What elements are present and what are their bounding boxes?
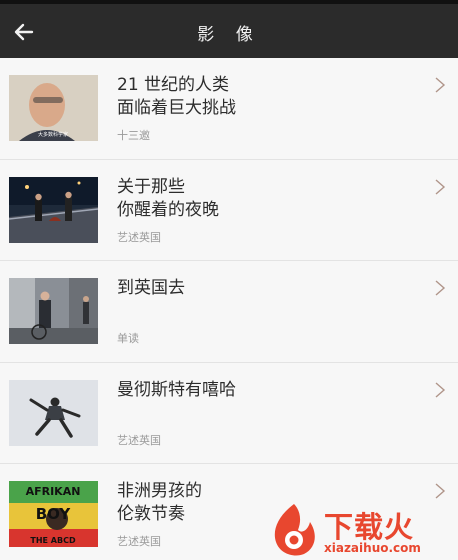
list-item[interactable]: 大多数科学家 21 世纪的人类 面临着巨大挑战 十三邀	[0, 58, 458, 160]
video-list: 大多数科学家 21 世纪的人类 面临着巨大挑战 十三邀 关于那些 你醒着的夜晚 …	[0, 58, 458, 560]
item-title: 21 世纪的人类 面临着巨大挑战	[117, 75, 236, 118]
thumb-text-top: AFRIKAN	[26, 485, 81, 498]
item-title: 到英国去	[117, 278, 185, 298]
chevron-right-icon	[435, 77, 446, 93]
chevron-right-icon	[435, 178, 446, 195]
item-source: 十三邀	[117, 129, 150, 142]
thumbnail: AFRIKAN BOY THE ABCD	[9, 481, 98, 547]
chevron-right-icon	[435, 381, 446, 398]
thumb-caption: 大多数科学家	[38, 131, 68, 138]
list-item[interactable]: 关于那些 你醒着的夜晚 艺述英国	[0, 159, 458, 261]
flame-logo-icon	[274, 504, 315, 556]
thumbnail: 大多数科学家	[9, 75, 98, 141]
list-item[interactable]: 到英国去 单读	[0, 261, 458, 363]
item-title: 关于那些 你醒着的夜晚	[117, 176, 219, 220]
item-source: 艺述英国	[117, 433, 161, 447]
thumb-text-bottom: THE ABCD	[30, 536, 76, 545]
item-source: 艺述英国	[117, 230, 161, 244]
thumb-text-mid: BOY	[36, 505, 72, 523]
top-bar: 影 像	[0, 0, 458, 58]
watermark-brand: 下载火	[324, 510, 415, 544]
chevron-right-icon	[435, 483, 446, 499]
list-item[interactable]: 曼彻斯特有嘻哈 艺述英国	[0, 362, 458, 464]
thumbnail	[9, 176, 98, 243]
item-source: 单读	[117, 332, 139, 345]
watermark-logo: 下载火 xiazaihuo.com	[266, 500, 458, 560]
chevron-right-icon	[435, 280, 446, 296]
item-source: 艺述英国	[117, 535, 161, 548]
thumbnail	[9, 379, 98, 446]
watermark-url: xiazaihuo.com	[324, 541, 421, 555]
page-title: 影 像	[197, 25, 261, 45]
thumbnail	[9, 278, 98, 344]
item-title: 曼彻斯特有嘻哈	[117, 379, 236, 400]
